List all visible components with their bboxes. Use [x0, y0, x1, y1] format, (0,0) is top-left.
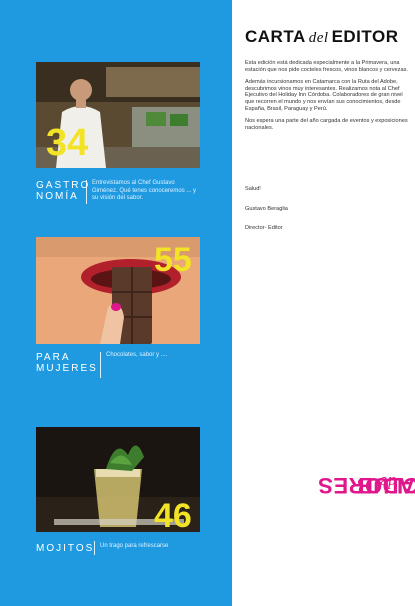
section-description-gastronomia: Entrevistamos al Chef Gustavo Giménez. Q… [92, 180, 197, 201]
letter-paragraph: Además incursionamos en Catamarca con la… [245, 79, 403, 112]
chocolate-photo[interactable]: 55 [36, 237, 200, 344]
section-title-line1: PARA [36, 352, 71, 363]
page-number-55: 55 [154, 241, 192, 279]
title-part1: CARTA [245, 27, 306, 46]
letter-paragraph: Nos espera una parte del año cargada de … [245, 118, 408, 131]
letter-paragraph: Esta edición está dedicada especialmente… [245, 60, 408, 73]
page-number-46: 46 [154, 497, 192, 532]
section-title-gastronomia[interactable]: GASTRO NOMÍA [36, 180, 90, 202]
page-number-34: 34 [46, 122, 89, 164]
title-part2: EDITOR [331, 27, 399, 46]
section-description-mojitos: Un trago para refrescarse [100, 543, 169, 549]
mojito-photo[interactable]: 46 [36, 427, 200, 532]
signature-name: Gustavo Beraglia [245, 206, 288, 212]
chef-photo[interactable]: 34 [36, 62, 200, 168]
greeting: Salud! [245, 186, 261, 192]
title-script: del [308, 30, 329, 46]
section-title-line2: MUJERES [36, 363, 98, 374]
section-title-line1: GASTRO [36, 180, 91, 191]
divider [100, 352, 101, 378]
section-title-para-mujeres[interactable]: PARA MUJERES [36, 352, 98, 374]
brand-logo: CLUBdeCATADORES [318, 380, 415, 590]
brand-part2: CATADORES [317, 473, 415, 498]
section-description-para-mujeres: Chocolates, sabor y .... [106, 352, 168, 358]
section-title-line1: MOJITOS [36, 543, 95, 554]
signature-role: Director- Editor [245, 225, 283, 231]
section-title-line2: NOMÍA [36, 191, 79, 202]
divider [86, 180, 87, 204]
page-title: CARTA del EDITOR [245, 27, 415, 47]
divider [94, 541, 95, 555]
section-title-mojitos[interactable]: MOJITOS [36, 543, 94, 554]
editor-letter: Esta edición está dedicada especialmente… [245, 60, 409, 137]
